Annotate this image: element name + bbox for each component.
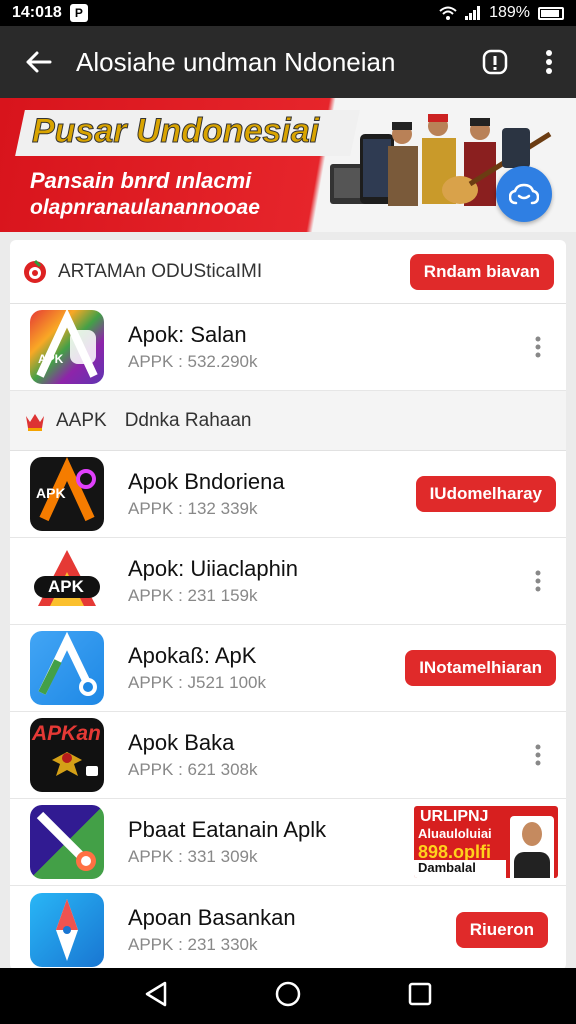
signal-icon bbox=[465, 6, 481, 20]
app-list-item[interactable]: Apokaß: ApK APPK : J521 100k INotamelhia… bbox=[10, 625, 566, 712]
sponsored-ad[interactable]: URLIPNJ Aluauloluiai 898.oplfi Dambalal bbox=[414, 806, 558, 878]
apk-logo-icon bbox=[38, 631, 97, 696]
nav-back-icon bbox=[145, 981, 166, 1006]
sub-section-title: AAPK bbox=[56, 409, 107, 431]
nav-recents-button[interactable] bbox=[408, 982, 432, 1011]
app-icon: APKan bbox=[30, 718, 104, 792]
cloud-chat-icon bbox=[509, 183, 539, 205]
banner-line1: Pansain bnrd ınlacmi bbox=[30, 168, 252, 193]
section-action-button[interactable]: Rndam biavan bbox=[409, 253, 554, 290]
info-button[interactable] bbox=[468, 26, 522, 98]
app-meta: APPK : 132 339k bbox=[128, 499, 258, 518]
app-name: Apok Baka bbox=[128, 730, 235, 755]
app-name: Apokaß: ApK bbox=[128, 643, 257, 668]
app-list-card: ARTAMAn ODUSticaIMI Rndam biavan APK Apo… bbox=[10, 240, 566, 970]
back-arrow-icon bbox=[26, 51, 52, 73]
app-list-item[interactable]: APK Apok: Salan APPK : 532.290k bbox=[10, 304, 566, 391]
app-icon-text: APK bbox=[48, 577, 84, 596]
nav-back-button[interactable] bbox=[144, 981, 168, 1012]
banner-line2: olapnranaulanannooae bbox=[30, 196, 260, 219]
app-name: Apoan Basankan bbox=[128, 904, 296, 930]
brand-logo-icon bbox=[24, 259, 46, 283]
back-button[interactable] bbox=[0, 26, 76, 98]
app-meta: APPK : 231 159k bbox=[128, 586, 258, 605]
app-list-item[interactable]: APK Apok: Uiiaclaphin APPK : 231 159k bbox=[10, 538, 566, 625]
app-bar: Alosiahe undman Ndoneian bbox=[0, 26, 576, 98]
app-list-item[interactable]: APKan Apok Baka APPK : 621 308k bbox=[10, 712, 566, 799]
apk-logo-icon bbox=[36, 310, 98, 378]
battery-percent: 189% bbox=[489, 4, 530, 21]
status-bar: 14:018 P 189% bbox=[0, 0, 576, 26]
app-icon bbox=[30, 631, 104, 705]
sub-section-subtitle: Ddnka Rahaan bbox=[124, 409, 252, 431]
compass-icon bbox=[56, 898, 78, 961]
app-meta: APPK : 532.290k bbox=[128, 352, 258, 371]
install-button[interactable]: Riueron bbox=[455, 911, 548, 948]
status-time: 14:018 bbox=[12, 4, 62, 21]
ad-person-image bbox=[510, 816, 554, 878]
overflow-menu-button[interactable] bbox=[522, 26, 576, 98]
compass-tool-icon bbox=[36, 811, 96, 871]
nav-recents-icon bbox=[409, 982, 432, 1005]
app-icon bbox=[30, 805, 104, 879]
more-vert-icon bbox=[535, 570, 541, 592]
more-vert-icon bbox=[535, 336, 541, 358]
app-list-item[interactable]: Pbaat Eatanain Aplk APPK : 331 309k URLI… bbox=[10, 799, 566, 886]
app-list-item[interactable]: Apoan Basankan APPK : 231 330k Riueron bbox=[10, 886, 566, 970]
app-name: Pbaat Eatanain Aplk bbox=[128, 817, 327, 842]
app-icon bbox=[30, 892, 104, 967]
notification-icon: P bbox=[69, 4, 88, 22]
app-meta: APPK : 231 330k bbox=[128, 934, 258, 954]
app-meta: APPK : 331 309k bbox=[128, 847, 258, 866]
assistant-fab-button[interactable] bbox=[496, 166, 552, 222]
app-icon-text: APK bbox=[38, 352, 64, 366]
nav-home-icon bbox=[275, 981, 301, 1006]
app-name: Apok: Salan bbox=[128, 322, 247, 347]
more-vert-icon bbox=[535, 744, 541, 766]
sub-section-header: AAPK Ddnka Rahaan bbox=[10, 391, 566, 451]
more-vert-icon bbox=[546, 50, 552, 74]
app-name: Apok Bndoriena bbox=[128, 469, 285, 494]
app-icon: APK bbox=[30, 457, 104, 531]
app-name: Apok: Uiiaclaphin bbox=[128, 556, 298, 581]
garuda-emblem-icon bbox=[52, 752, 98, 776]
section-header: ARTAMAn ODUSticaIMI Rndam biavan bbox=[10, 240, 566, 304]
app-icon-text: APK bbox=[36, 485, 66, 501]
ad-line1: URLIPNJ bbox=[420, 808, 489, 825]
promo-banner[interactable]: Pusar Undonesiai Pansain bnrd ınlacmi ol… bbox=[0, 98, 576, 232]
crown-icon bbox=[26, 413, 44, 431]
battery-icon bbox=[538, 6, 564, 20]
ad-line2: Aluauloluiai bbox=[418, 826, 492, 841]
info-icon bbox=[482, 49, 508, 75]
install-button[interactable]: IUdomelharay bbox=[415, 476, 556, 512]
system-nav-bar bbox=[0, 968, 576, 1024]
ad-line4: Dambalal bbox=[414, 860, 506, 878]
item-menu-button[interactable] bbox=[510, 336, 566, 358]
item-menu-button[interactable] bbox=[510, 570, 566, 592]
item-menu-button[interactable] bbox=[510, 744, 566, 766]
nav-home-button[interactable] bbox=[275, 981, 301, 1012]
page-title: Alosiahe undman Ndoneian bbox=[76, 46, 396, 77]
install-button[interactable]: INotamelhiaran bbox=[405, 650, 556, 686]
banner-title: Pusar Undonesiai bbox=[31, 112, 320, 151]
app-meta: APPK : 621 308k bbox=[128, 760, 258, 779]
app-meta: APPK : J521 100k bbox=[128, 673, 266, 692]
section-title: ARTAMAn ODUSticaIMI bbox=[58, 260, 263, 282]
app-icon: APK bbox=[30, 544, 104, 618]
wifi-icon bbox=[439, 6, 457, 20]
app-list-item[interactable]: APK Apok Bndoriena APPK : 132 339k IUdom… bbox=[10, 451, 566, 538]
app-icon: APK bbox=[30, 310, 104, 384]
